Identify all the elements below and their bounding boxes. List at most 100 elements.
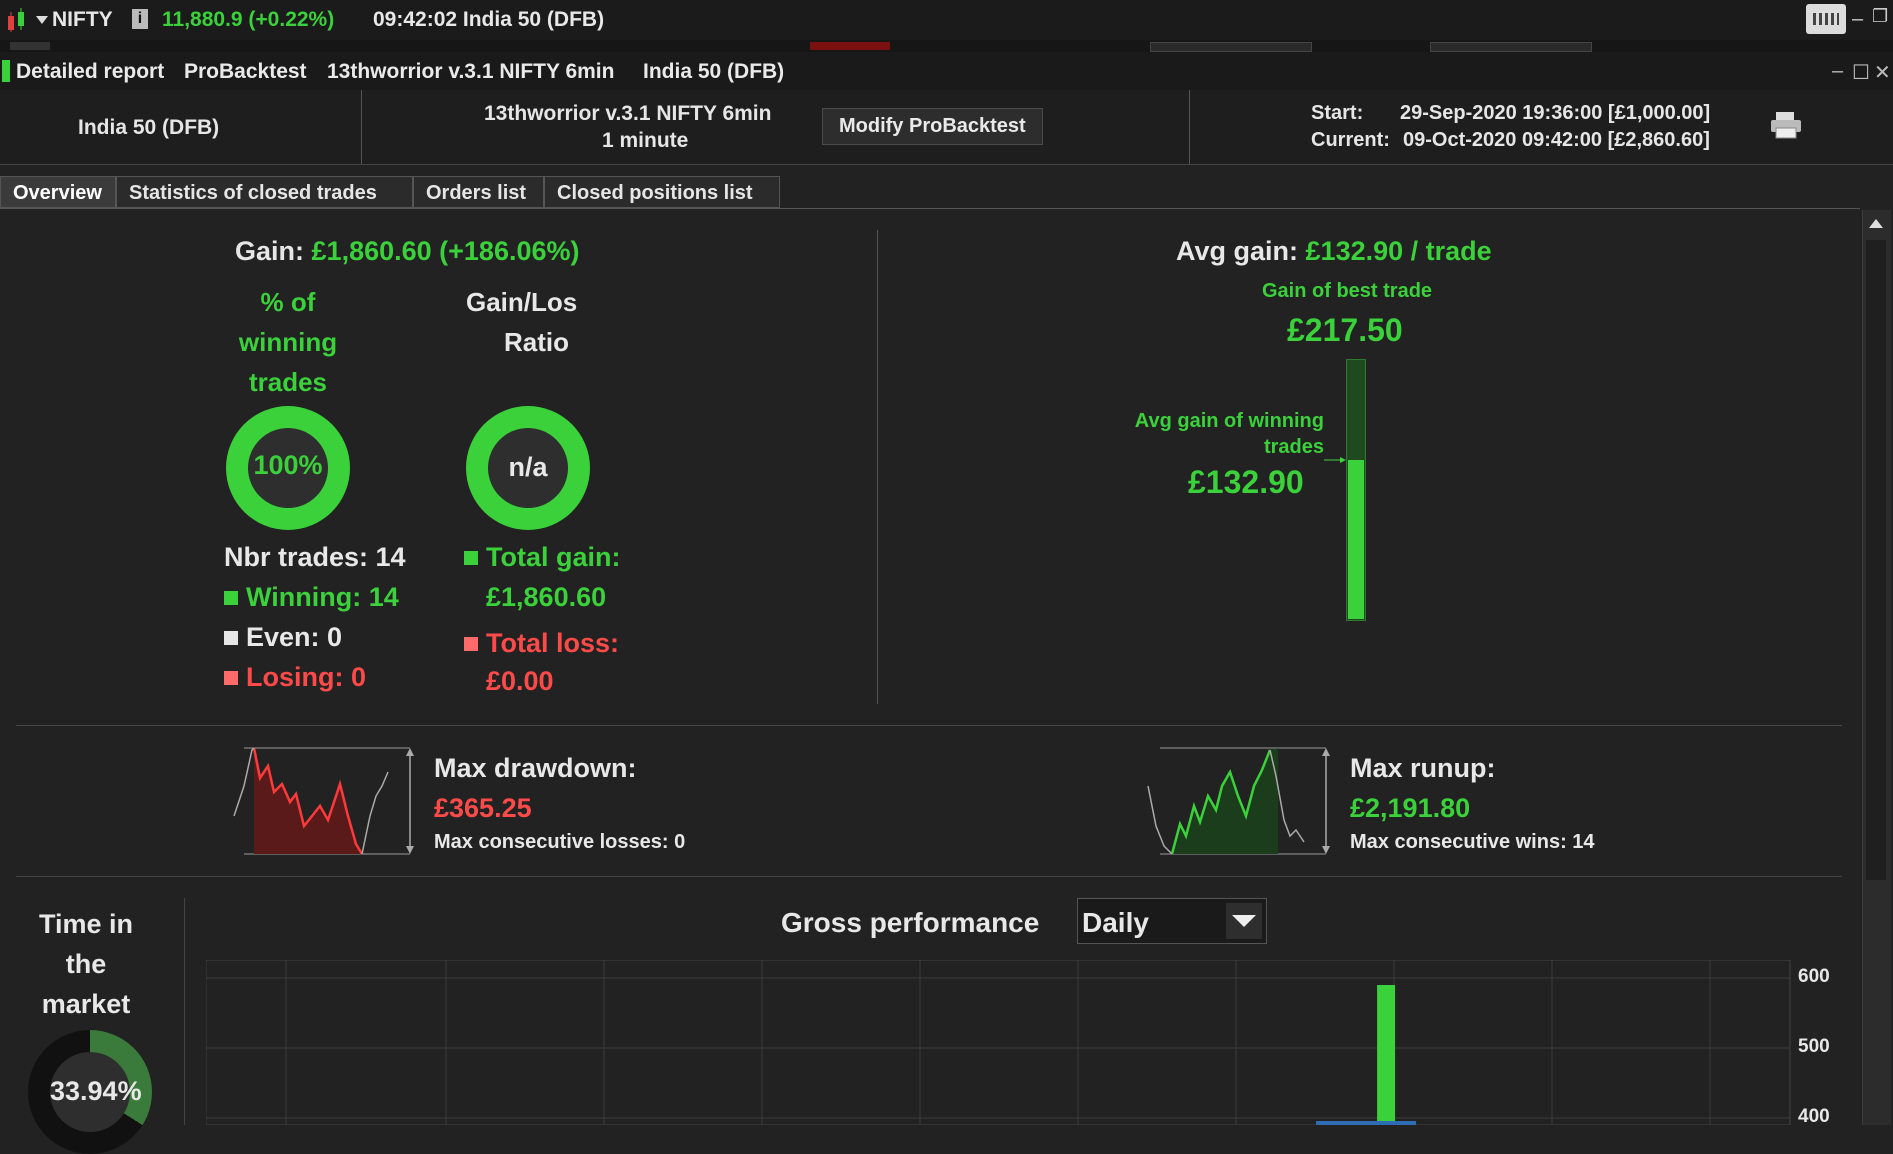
total-gain-legend-square — [464, 551, 478, 565]
total-gain: Total gain: — [464, 542, 621, 573]
total-loss-value: £0.00 — [486, 666, 554, 696]
period-select[interactable]: Daily — [1077, 898, 1267, 944]
gain-value: £1,860.60 (+186.06%) — [311, 236, 580, 266]
time-in-market-title-line: the — [65, 949, 107, 979]
start-label: Start: — [1311, 102, 1364, 124]
total-loss: Total loss: — [464, 628, 619, 659]
avg-gain-row: Avg gain: £132.90 / trade — [1176, 236, 1492, 267]
info-icon[interactable]: i — [132, 9, 148, 29]
even-count: Even: 0 — [224, 622, 342, 653]
winning-pct-title-line: winning — [238, 327, 338, 357]
losing-count: Losing: 0 — [224, 662, 366, 693]
period-select-dropdown-button[interactable] — [1226, 903, 1262, 939]
avg-winning-label-line: Avg gain of winning — [1134, 410, 1324, 432]
time-in-market-title-line: market — [41, 989, 131, 1019]
chart-y-tick-label: 600 — [1798, 966, 1830, 987]
gross-performance-plot — [206, 960, 1791, 1125]
scrollbar-thumb[interactable] — [1866, 240, 1886, 880]
winning-legend-square — [224, 591, 238, 605]
restore-icon[interactable]: ❐ — [1872, 6, 1888, 27]
chart-bar — [1377, 985, 1396, 1125]
time-in-market-value: 33.94% — [50, 1076, 142, 1106]
symbol-label[interactable]: NIFTY — [52, 8, 113, 32]
winning-count: Winning: 14 — [224, 582, 399, 613]
section-divider — [16, 725, 1842, 726]
max-drawdown-value: £365.25 — [434, 793, 532, 823]
header-timeframe: 1 minute — [602, 129, 689, 152]
max-consecutive-losses: Max consecutive losses: 0 — [434, 831, 686, 853]
current-label: Current: — [1311, 129, 1390, 151]
report-header: India 50 (DFB) 13thworrior v.3.1 NIFTY 6… — [0, 90, 1893, 165]
total-loss-legend-square — [464, 637, 478, 651]
winning-count-text: Winning: 14 — [246, 582, 399, 612]
winning-pct-value: 100% — [253, 450, 323, 480]
chart-baseline-marker — [1316, 1121, 1417, 1125]
tab-closed-positions-list[interactable]: Closed positions list — [544, 176, 780, 208]
max-runup-value: £2,191.80 — [1350, 793, 1471, 823]
tab-statistics-closed-trades[interactable]: Statistics of closed trades — [116, 176, 413, 208]
candlestick-icon — [8, 8, 24, 32]
avg-marker-arrow-icon — [1324, 457, 1346, 463]
time-in-market-divider — [184, 898, 185, 1125]
gl-ratio-title: Gain/Los Ratio — [466, 282, 590, 362]
current-value: 09-Oct-2020 09:42:00 [£2,860.60] — [1403, 129, 1710, 151]
tab-overview[interactable]: Overview — [0, 176, 116, 208]
nbr-trades: Nbr trades: 14 — [224, 542, 406, 572]
window-close-button[interactable]: ✕ — [1874, 60, 1891, 85]
title-system-name: 13thworrior v.3.1 NIFTY 6min — [327, 60, 615, 83]
header-instrument: India 50 (DFB) — [78, 116, 220, 139]
time-in-market-title-line: Time in — [38, 909, 134, 939]
start-value: 29-Sep-2020 19:36:00 [£1,000.00] — [1400, 102, 1711, 124]
header-separator — [361, 90, 362, 164]
even-legend-square — [224, 631, 238, 645]
symbol-dropdown-icon[interactable] — [36, 16, 48, 24]
tab-orders-list[interactable]: Orders list — [413, 176, 544, 208]
ticker-bar: NIFTY i 11,880.9 (+0.22%) 09:42:02 India… — [0, 0, 1893, 41]
window-minimize-button[interactable]: – — [1832, 60, 1843, 83]
losing-legend-square — [224, 671, 238, 685]
gain-level-fill — [1348, 460, 1364, 619]
total-gain-value: £1,860.60 — [486, 582, 607, 612]
gross-performance-title: Gross performance — [781, 907, 1040, 938]
max-runup-label: Max runup: — [1350, 753, 1496, 783]
price-change: 11,880.9 (+0.22%) — [162, 8, 335, 31]
modify-probacktest-button[interactable]: Modify ProBacktest — [822, 108, 1043, 145]
minimize-icon[interactable]: – — [1852, 8, 1863, 31]
total-gain-label: Total gain: — [486, 542, 621, 572]
avg-winning-label: Avg gain of winning trades — [1080, 408, 1324, 460]
winning-pct-title: % of winning trades — [218, 282, 358, 402]
print-icon[interactable] — [1769, 110, 1803, 140]
time-in-market-title: Time in the market — [16, 904, 156, 1024]
chevron-down-icon — [1232, 915, 1256, 927]
gl-ratio-title-line: Ratio — [504, 327, 569, 357]
header-system-name: 13thworrior v.3.1 NIFTY 6min — [484, 102, 772, 125]
keyboard-icon[interactable] — [1806, 4, 1846, 34]
runup-sparkline-icon — [1147, 747, 1330, 855]
panel-vertical-divider — [877, 230, 878, 704]
period-select-value: Daily — [1082, 907, 1149, 938]
section-divider — [16, 876, 1842, 877]
gain-label: Gain: — [235, 236, 305, 266]
even-count-text: Even: 0 — [246, 622, 343, 652]
drawdown-sparkline-icon — [233, 747, 414, 855]
report-icon — [2, 60, 10, 82]
title-probacktest: ProBacktest — [184, 60, 307, 83]
gain-row: Gain: £1,860.60 (+186.06%) — [235, 236, 580, 267]
avg-winning-label-line: trades — [1263, 436, 1324, 458]
best-trade-label: Gain of best trade — [1262, 280, 1433, 302]
winning-pct-title-line: % of — [260, 287, 316, 317]
max-consecutive-wins: Max consecutive wins: 14 — [1350, 831, 1595, 853]
gross-performance-chart: 600 500 400 — [206, 960, 1830, 1127]
tab-underline — [0, 208, 1860, 209]
losing-count-text: Losing: 0 — [246, 662, 366, 692]
header-separator — [1189, 90, 1190, 164]
scroll-up-arrow-icon[interactable] — [1866, 214, 1886, 234]
title-detailed-report: Detailed report — [16, 60, 165, 83]
winning-pct-title-line: trades — [248, 367, 328, 397]
window-title-bar: Detailed report ProBacktest 13thworrior … — [0, 52, 1893, 91]
max-drawdown-label: Max drawdown: — [434, 753, 637, 783]
total-loss-label: Total loss: — [486, 628, 620, 658]
window-maximize-button[interactable]: ☐ — [1852, 60, 1870, 85]
toolbar-strip — [0, 40, 1893, 52]
title-instrument: India 50 (DFB) — [643, 60, 785, 83]
